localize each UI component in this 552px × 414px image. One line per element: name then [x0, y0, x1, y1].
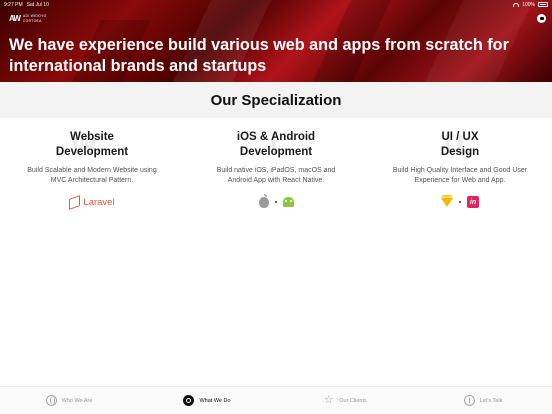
section-title: Our Specialization — [210, 91, 342, 109]
column-description: Build native iOS, iPadOS, macOS and Andr… — [216, 167, 336, 184]
tech-icons: in — [441, 194, 479, 210]
tab-label: Our Clients — [339, 397, 367, 404]
sketch-icon — [441, 197, 453, 207]
column-title: Website Development — [55, 131, 129, 158]
column-title-wrap: i iOS & Android Development — [237, 128, 315, 162]
status-bar: 9:27 PM Sat Jul 10 100% — [0, 0, 552, 9]
status-time: 9:27 PM — [4, 1, 23, 8]
specialization-mobile: i iOS & Android Development Build native… — [184, 128, 368, 210]
apple-icon — [258, 193, 269, 208]
tab-our-clients[interactable]: ☆ Our Clients — [276, 387, 414, 414]
column-title-wrap: W Website Development — [56, 128, 128, 162]
laravel-logo: Laravel — [69, 194, 115, 210]
specialization-design: U UI / UX Design Build High Quality Inte… — [368, 128, 552, 210]
menu-button[interactable] — [537, 14, 546, 23]
brand-logo[interactable]: AW ADI WIDOYO CORTOEA — [9, 14, 47, 23]
tab-who-we-are[interactable]: Who We Are — [0, 387, 138, 414]
tab-lets-talk[interactable]: Let's Talk — [414, 387, 552, 414]
column-title-wrap: U UI / UX Design — [441, 128, 479, 162]
tab-label: Who We Are — [61, 397, 93, 404]
tab-what-we-do[interactable]: What We Do — [138, 387, 276, 414]
column-title: iOS & Android Development — [236, 131, 316, 158]
separator-dot — [274, 201, 277, 203]
tech-icons: Laravel — [69, 194, 115, 210]
separator-dot — [459, 201, 461, 203]
column-title: UI / UX Design — [440, 131, 480, 158]
status-date: Sat Jul 10 — [26, 1, 49, 8]
invision-icon: in — [467, 196, 479, 208]
tech-icons — [258, 193, 294, 210]
brand-mark: AW — [9, 14, 21, 23]
specialization-columns: W Website Development Build Scalable and… — [0, 128, 552, 210]
tab-label: Let's Talk — [479, 397, 503, 404]
wifi-icon — [513, 2, 520, 7]
brand-name: ADI WIDOYO CORTOEA — [22, 14, 47, 23]
menu-icon — [539, 17, 544, 20]
hero-banner: AW ADI WIDOYO CORTOEA We have experience… — [0, 0, 552, 82]
microphone-icon — [463, 395, 475, 406]
hero-title: We have experience build various web and… — [9, 36, 509, 75]
column-description: Build High Quality Interface and Good Us… — [392, 167, 528, 184]
laravel-label: Laravel — [83, 196, 115, 208]
specialization-header: Our Specialization — [0, 82, 552, 118]
android-icon — [282, 197, 294, 207]
tab-label: What We Do — [199, 397, 231, 404]
battery-icon — [538, 2, 548, 7]
specialization-web: W Website Development Build Scalable and… — [0, 128, 184, 210]
battery-percent: 100% — [522, 1, 535, 8]
target-icon — [183, 395, 195, 406]
bottom-tab-bar: Who We Are What We Do ☆ Our Clients Let'… — [0, 386, 552, 414]
column-description: Build Scalable and Modern Website using … — [27, 167, 157, 184]
star-icon: ☆ — [323, 394, 334, 406]
laravel-icon — [69, 194, 81, 210]
globe-icon — [45, 395, 57, 406]
